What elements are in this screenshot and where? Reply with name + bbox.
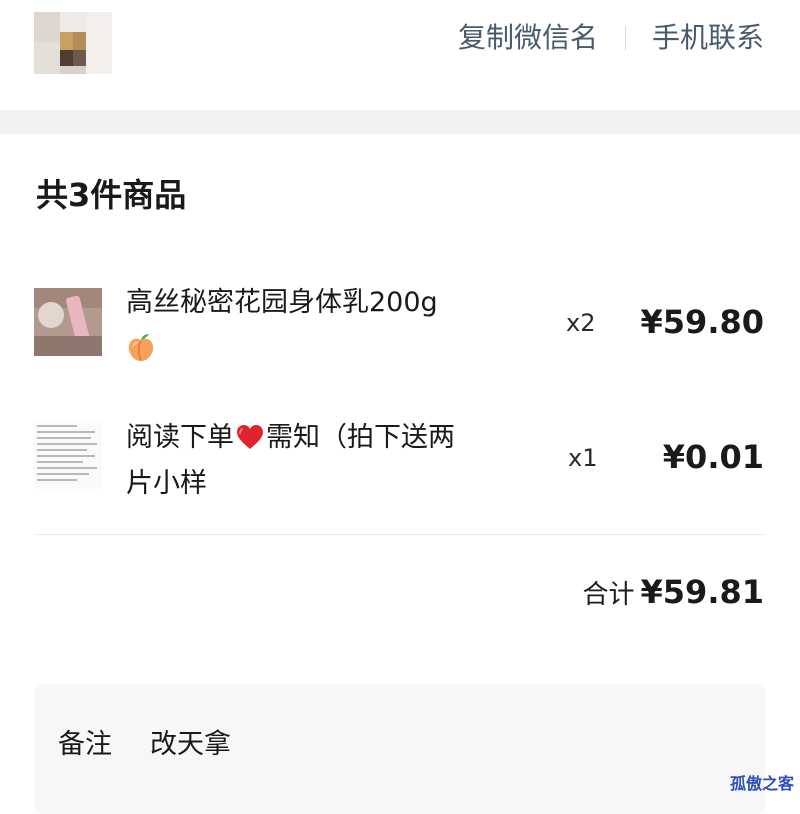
product-name: 阅读下单 需知（拍下送两片小样	[126, 415, 466, 507]
items-divider	[34, 534, 766, 535]
heart-icon	[237, 425, 263, 449]
peach-icon	[128, 334, 154, 361]
avatar-pixel	[60, 32, 73, 50]
avatar-pixel	[60, 50, 73, 66]
note-label: 备注	[58, 729, 112, 760]
order-total: 合计 ¥59.81	[583, 572, 765, 615]
avatar-pixel	[34, 42, 60, 74]
total-label: 合计	[582, 580, 635, 610]
order-note[interactable]: 备注 改天拿	[34, 684, 766, 814]
items-count-title: 共3件商品	[36, 176, 187, 214]
item-quantity: x2	[566, 309, 596, 337]
thumbnail-text-line	[37, 449, 87, 451]
avatar-pixel	[60, 12, 86, 32]
product-thumbnail[interactable]	[34, 288, 102, 356]
avatar-pixel	[60, 66, 86, 74]
note-text: 改天拿	[150, 729, 231, 760]
product-name-part1: 阅读下单	[126, 422, 234, 453]
section-separator	[0, 110, 800, 134]
order-item[interactable]: 阅读下单 需知（拍下送两片小样 x1 ¥0.01	[0, 415, 800, 515]
item-price: ¥0.01	[662, 438, 764, 476]
copy-wechat-name-button[interactable]: 复制微信名	[458, 20, 598, 56]
header-divider	[625, 26, 626, 50]
item-price: ¥59.80	[640, 303, 764, 341]
thumbnail-text-line	[37, 467, 97, 469]
thumbnail-text-line	[37, 431, 95, 433]
order-item[interactable]: 高丝秘密花园身体乳200g x2 ¥59.80	[0, 280, 800, 380]
store-header: 复制微信名 手机联系	[0, 0, 800, 110]
thumbnail-text-line	[37, 443, 97, 445]
thumbnail-text-line	[37, 473, 89, 475]
product-thumbnail[interactable]	[34, 421, 102, 489]
item-quantity: x1	[568, 444, 598, 472]
contact-phone-button[interactable]: 手机联系	[652, 20, 764, 56]
thumbnail-text-line	[37, 479, 77, 481]
thumbnail-text-line	[37, 437, 91, 439]
thumbnail-text-line	[37, 455, 95, 457]
avatar-pixel	[86, 12, 112, 74]
avatar[interactable]	[34, 12, 112, 74]
watermark: 孤傲之客	[729, 774, 794, 793]
avatar-pixel	[34, 12, 60, 42]
thumbnail-text-line	[37, 425, 77, 427]
total-value: ¥59.81	[640, 573, 764, 611]
avatar-pixel	[73, 50, 86, 66]
product-name-text: 高丝秘密花园身体乳200g	[126, 287, 438, 318]
thumbnail-shape	[34, 336, 102, 356]
thumbnail-shape	[38, 302, 64, 328]
thumbnail-text-line	[37, 461, 83, 463]
avatar-pixel	[73, 32, 86, 50]
product-name: 高丝秘密花园身体乳200g	[126, 280, 466, 372]
